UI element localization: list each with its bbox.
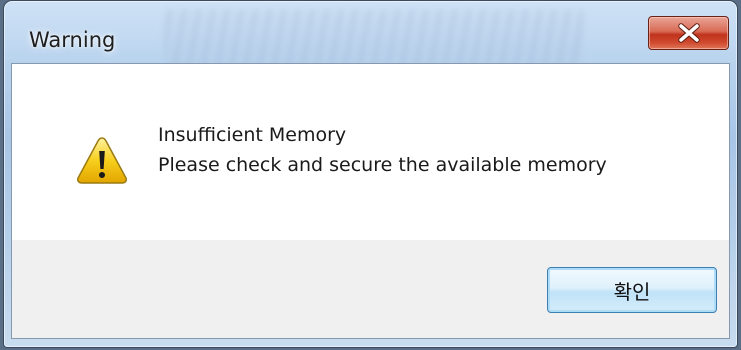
titlebar-background xyxy=(164,9,584,69)
message-body: Please check and secure the available me… xyxy=(158,154,607,176)
close-icon xyxy=(677,23,700,43)
warning-dialog: Warning Insufficient Memory Please check… xyxy=(3,0,738,348)
dialog-title: Warning xyxy=(29,28,116,52)
warning-icon xyxy=(77,137,127,184)
message-title: Insufficient Memory xyxy=(158,124,347,146)
ok-button[interactable]: 확인 xyxy=(547,267,717,313)
message-area: Insufficient Memory Please check and sec… xyxy=(12,64,729,240)
dialog-client-area: Insufficient Memory Please check and sec… xyxy=(11,63,730,339)
close-button[interactable] xyxy=(648,16,729,50)
